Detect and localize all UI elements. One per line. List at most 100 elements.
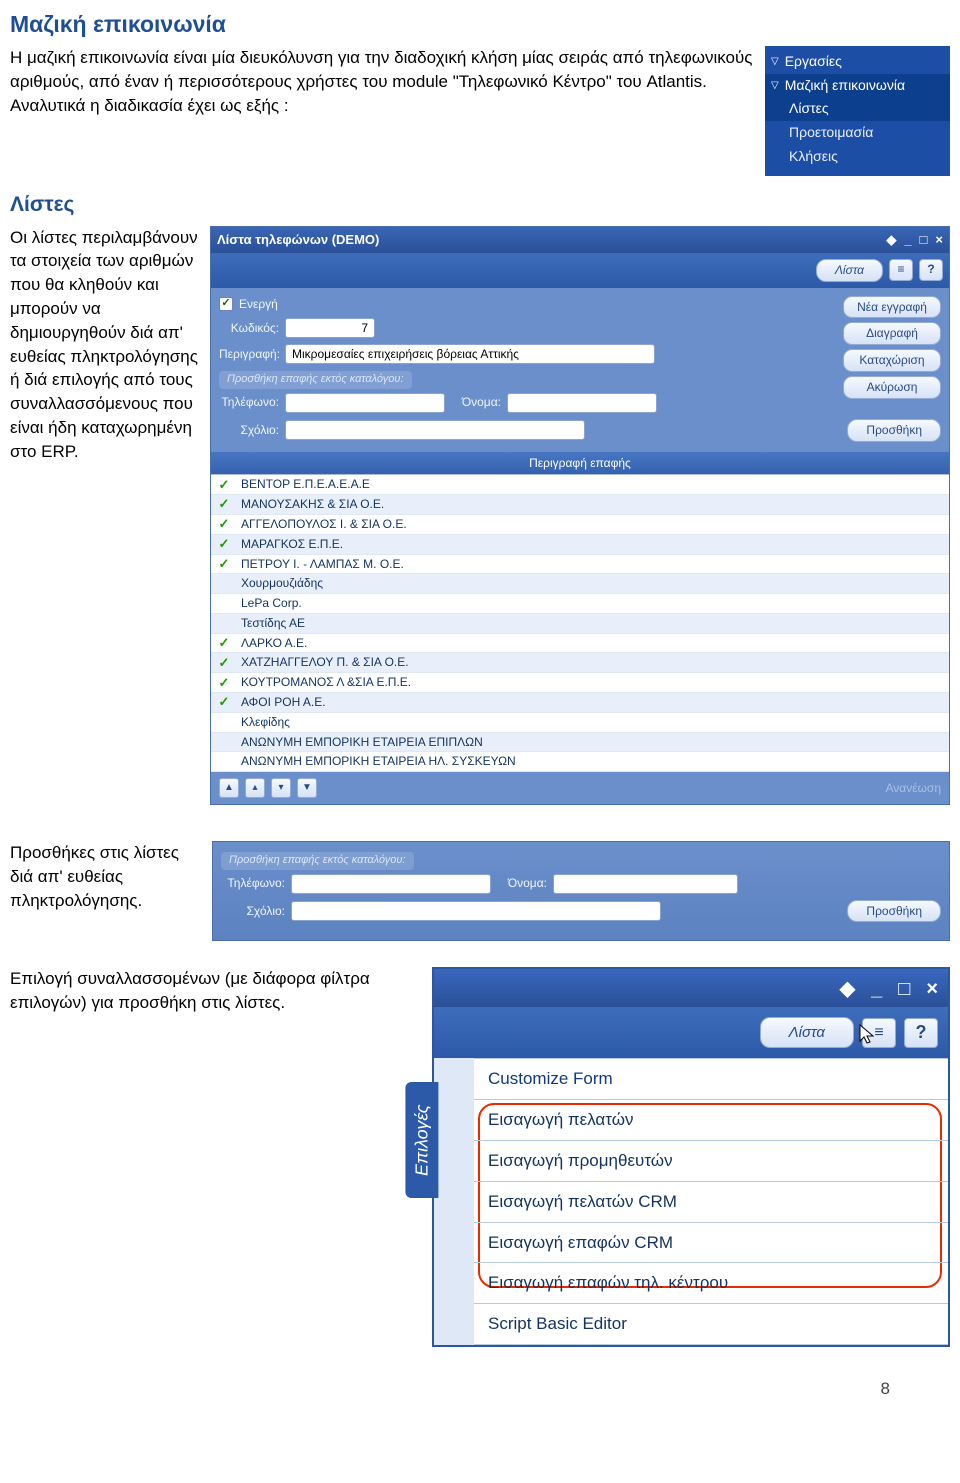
options-side-label: Επιλογές [405,1083,438,1199]
nav-pane: ▽ Εργασίες ▽ Μαζική επικοινωνία Λίστες Π… [765,46,950,176]
table-row[interactable]: ✓ΛΑΡΚΟ Α.Ε. [211,634,949,654]
table-row[interactable]: ΑΝΩΝΥΜΗ ΕΜΠΟΡΙΚΗ ΕΤΑΙΡΕΙΑ ΗΛ. ΣΥΣΚΕΥΩΝ [211,752,949,772]
new-record-button[interactable]: Νέα εγγραφή [843,296,941,319]
nav-kliseis[interactable]: Κλήσεις [765,145,950,169]
dropdown-item[interactable]: Εισαγωγή επαφών τηλ. κέντρου [474,1263,948,1304]
options-toolbar: Λίστα ≡ ? [434,1007,948,1058]
check-icon: ✓ [211,674,237,692]
list-button-2[interactable]: Λίστα [760,1017,854,1048]
page-title: Μαζική επικοινωνία [10,8,950,40]
table-row[interactable]: ✓ΑΓΓΕΛΟΠΟΥΛΟΣ Ι. & ΣΙΑ Ο.Ε. [211,515,949,535]
window-minimize-icon[interactable]: _ [904,231,911,249]
check-icon: ✓ [211,555,237,573]
window-titlebar: Λίστα τηλεφώνων (DEMO) ◆ _ □ × [211,227,949,253]
table-row[interactable]: Τεστίδης ΑΕ [211,614,949,634]
phone-list-window: Λίστα τηλεφώνων (DEMO) ◆ _ □ × Λίστα ≡ ?… [210,226,950,806]
nav-proetoimasia[interactable]: Προετοιμασία [765,121,950,145]
options-menu-button[interactable]: ≡ [862,1018,896,1048]
contact-name: ΑΝΩΝΥΜΗ ΕΜΠΟΡΙΚΗ ΕΤΑΙΡΕΙΑ ΗΛ. ΣΥΣΚΕΥΩΝ [237,752,949,771]
refresh-link[interactable]: Ανανέωση [885,780,941,797]
nav-maziki-label: Μαζική επικοινωνία [785,76,905,96]
scroll-up-button[interactable]: ▴ [245,778,265,798]
table-row[interactable]: Κλεφίδης [211,713,949,733]
table-row[interactable]: ✓ΚΟΥΤΡΟΜΑΝΟΣ Λ &ΣΙΑ Ε.Π.Ε. [211,673,949,693]
description-input[interactable] [285,344,655,364]
table-row[interactable]: ✓ΜΑΡΑΓΚΟΣ Ε.Π.Ε. [211,535,949,555]
list-button[interactable]: Λίστα [816,259,883,282]
dropdown-item[interactable]: Customize Form [474,1059,948,1100]
phone-input[interactable] [285,393,445,413]
comment-label: Σχόλιο: [219,422,279,439]
nav-ergasies-label: Εργασίες [785,52,842,72]
check-icon: ✓ [211,693,237,711]
options-dropdown: Customize FormΕισαγωγή πελατώνΕισαγωγή π… [474,1058,948,1345]
table-row[interactable]: LePa Corp. [211,594,949,614]
table-row[interactable]: ✓BENTOP Ε.Π.Ε.Α.Ε.Α.Ε [211,475,949,495]
dropdown-item[interactable]: Script Basic Editor [474,1304,948,1345]
help-button-2[interactable]: ? [904,1018,938,1048]
contact-name: Κλεφίδης [237,713,949,732]
name-input[interactable] [507,393,657,413]
code-input[interactable] [285,318,375,338]
phone-input-2[interactable] [291,874,491,894]
table-row[interactable]: ΑΝΩΝΥΜΗ ΕΜΠΟΡΙΚΗ ΕΤΑΙΡΕΙΑ ΕΠΙΠΛΩΝ [211,733,949,753]
comment-label-2: Σχόλιο: [221,903,285,920]
contact-name: ΛΑΡΚΟ Α.Ε. [237,634,949,653]
active-checkbox[interactable]: ✓ [219,297,233,311]
comment-input-2[interactable] [291,901,661,921]
check-icon: ✓ [211,476,237,494]
form-area: Νέα εγγραφή Διαγραφή Καταχώριση Ακύρωση … [211,288,949,452]
contact-name: ΧΑΤΖΗΑΓΓΕΛΟΥ Π. & ΣΙΑ Ο.Ε. [237,653,949,672]
name-label-2: Όνομα: [497,875,547,892]
cancel-button[interactable]: Ακύρωση [843,376,941,399]
table-row[interactable]: ✓ΧΑΤΖΗΑΓΓΕΛΟΥ Π. & ΣΙΑ Ο.Ε. [211,653,949,673]
dropdown-item[interactable]: Εισαγωγή πελατών CRM [474,1182,948,1223]
contact-name: Χουρμουζιάδης [237,574,949,593]
dropdown-item[interactable]: Εισαγωγή επαφών CRM [474,1223,948,1264]
window-collapse-icon[interactable]: ◆ [886,231,896,249]
name-input-2[interactable] [553,874,738,894]
add-button[interactable]: Προσθήκη [847,419,941,442]
third-paragraph: Επιλογή συναλλασσομένων (με διάφορα φίλτ… [10,967,420,1347]
scroll-bottom-button[interactable]: ▼ [297,778,317,798]
contact-name: ΜΑΡΑΓΚΟΣ Ε.Π.Ε. [237,535,949,554]
options-button[interactable]: ≡ [889,259,913,281]
nav-listes[interactable]: Λίστες [765,97,950,121]
contact-name: ΜΑΝΟΥΣΑΚΗΣ & ΣΙΑ Ο.Ε. [237,495,949,514]
window-collapse-icon[interactable]: ◆ [840,975,855,1003]
help-button[interactable]: ? [919,259,943,281]
window-close-icon[interactable]: × [926,975,938,1003]
contacts-grid: ✓BENTOP Ε.Π.Ε.Α.Ε.Α.Ε✓ΜΑΝΟΥΣΑΚΗΣ & ΣΙΑ Ο… [211,474,949,772]
window-maximize-icon[interactable]: □ [920,231,928,249]
window-minimize-icon[interactable]: _ [871,975,882,1003]
dropdown-item[interactable]: Εισαγωγή προμηθευτών [474,1141,948,1182]
comment-input[interactable] [285,420,585,440]
dropdown-item[interactable]: Εισαγωγή πελατών [474,1100,948,1141]
window-close-icon[interactable]: × [935,231,943,249]
check-icon: ✓ [211,634,237,652]
add-button-2[interactable]: Προσθήκη [847,900,941,923]
nav-ergasies[interactable]: ▽ Εργασίες [765,50,950,74]
table-row[interactable]: Χουρμουζιάδης [211,574,949,594]
table-row[interactable]: ✓ΜΑΝΟΥΣΑΚΗΣ & ΣΙΑ Ο.Ε. [211,495,949,515]
phone-label-2: Τηλέφωνο: [221,875,285,892]
add-paragraph: Προσθήκες στις λίστες διά απ' ευθείας πλ… [10,841,200,941]
scroll-top-button[interactable]: ▲ [219,778,239,798]
intro-paragraph: Η μαζική επικοινωνία είναι μία διευκόλυν… [10,46,753,176]
check-icon: ✓ [211,495,237,513]
chevron-down-icon: ▽ [771,55,779,69]
check-icon: ✓ [211,535,237,553]
contact-name: LePa Corp. [237,594,949,613]
delete-button[interactable]: Διαγραφή [843,322,941,345]
description-label: Περιγραφή: [219,346,279,363]
save-button[interactable]: Καταχώριση [843,349,941,372]
contact-name: Τεστίδης ΑΕ [237,614,949,633]
table-row[interactable]: ✓ΑΦΟΙ ΡΟΗ Α.Ε. [211,693,949,713]
contact-name: ΑΓΓΕΛΟΠΟΥΛΟΣ Ι. & ΣΙΑ Ο.Ε. [237,515,949,534]
nav-maziki[interactable]: ▽ Μαζική επικοινωνία [765,74,950,98]
phone-label: Τηλέφωνο: [219,394,279,411]
table-row[interactable]: ✓ΠΕΤΡΟΥ Ι. - ΛΑΜΠΑΣ Μ. Ο.Ε. [211,555,949,575]
window-maximize-icon[interactable]: □ [898,975,910,1003]
scroll-down-button[interactable]: ▾ [271,778,291,798]
grid-header: Περιγραφή επαφής [211,452,949,475]
